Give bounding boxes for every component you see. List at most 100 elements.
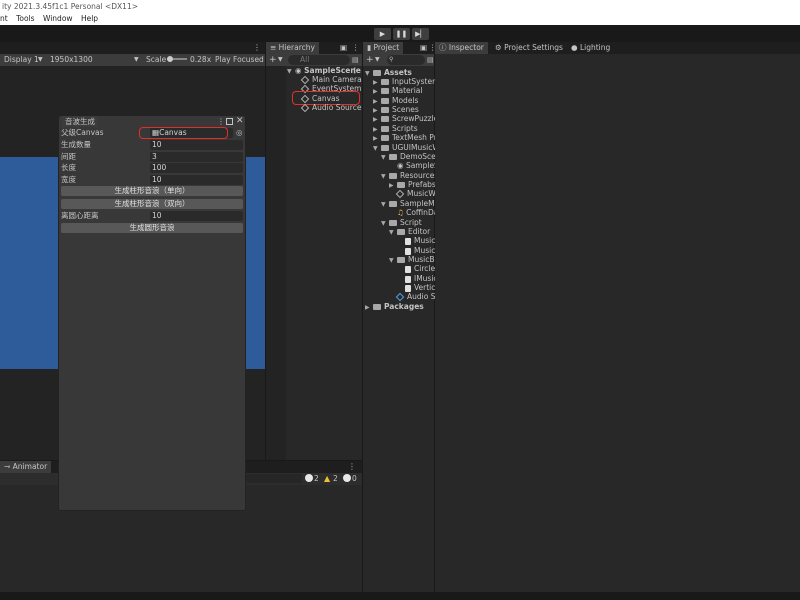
error-icon[interactable] (343, 474, 351, 482)
expand-arrow-icon[interactable]: ▶ (373, 87, 381, 96)
project-item-coffinda[interactable]: ♫ CoffinDa (397, 208, 438, 217)
tab-animator[interactable]: ⊸ Animator (0, 461, 52, 473)
project-item-musicba[interactable]: ▼ MusicBa (389, 255, 439, 264)
length-field[interactable]: 100 (150, 163, 243, 173)
count-field[interactable]: 10 (150, 140, 243, 150)
width-field[interactable]: 10 (150, 175, 243, 185)
maximize-icon[interactable] (226, 118, 233, 125)
lock-icon[interactable]: ▣ (420, 42, 427, 54)
hierarchy-gutter (266, 66, 286, 460)
project-item-uguimusicw[interactable]: ▼ UGUIMusicW (373, 143, 440, 152)
prefab-icon (395, 292, 405, 302)
project-item-music-1[interactable]: Music (405, 236, 435, 245)
project-item-material[interactable]: ▶ Material (373, 86, 422, 95)
tab-inspector[interactable]: ⓘ Inspector (435, 42, 488, 54)
search-options-icon[interactable]: ▤ (427, 54, 434, 66)
expand-arrow-icon[interactable]: ▼ (365, 69, 373, 78)
project-item-samplemu[interactable]: ▼ SampleMu (381, 199, 439, 208)
more-options-icon[interactable]: ⋮ (348, 461, 356, 473)
project-item-prefabs[interactable]: ▶ Prefabs (389, 180, 436, 189)
project-item-circle[interactable]: Circle (405, 264, 435, 273)
width-label: 宽度 (61, 175, 76, 184)
project-item-music-2[interactable]: Music (405, 246, 435, 255)
gap-field[interactable]: 3 (150, 152, 243, 162)
project-item-resources[interactable]: ▼ Resources (381, 171, 438, 180)
expand-arrow-icon[interactable]: ▼ (389, 256, 397, 265)
project-item-assets[interactable]: ▼ Assets (365, 68, 412, 77)
generate-single-button[interactable]: 生成柱形音浪（单向） (61, 186, 243, 196)
close-icon[interactable]: ✕ (236, 116, 244, 127)
more-options-icon[interactable]: ⋮ (217, 116, 225, 127)
wave-generator-titlebar[interactable]: 音波生成 ⋮ ✕ (59, 116, 245, 127)
project-item-imusic[interactable]: IMusic (405, 274, 438, 283)
menu-item-help[interactable]: Help (81, 13, 98, 25)
expand-arrow-icon[interactable]: ▼ (381, 200, 389, 209)
add-icon[interactable]: + (366, 54, 374, 66)
project-item-textmeshpro[interactable]: ▶ TextMesh Pro (373, 133, 441, 142)
play-focused-dropdown[interactable]: Play Focused (215, 54, 264, 66)
menu-item-window[interactable]: Window (43, 13, 73, 25)
generate-double-button[interactable]: 生成柱形音浪（双向） (61, 199, 243, 209)
chevron-down-icon[interactable]: ▼ (375, 54, 380, 66)
more-options-icon[interactable]: ⋮ (352, 42, 360, 54)
play-button[interactable]: ▶ (374, 28, 391, 40)
project-item-label: TextMesh Pro (392, 133, 442, 142)
hierarchy-search-input[interactable]: All (288, 55, 350, 65)
project-item-script[interactable]: ▼ Script (381, 218, 422, 227)
hierarchy-item-audio-source[interactable]: Audio Source (300, 103, 361, 113)
radius-field[interactable]: 10 (150, 211, 243, 221)
resolution-dropdown[interactable]: 1950x1300 (50, 54, 93, 66)
menu-item-tools[interactable]: Tools (16, 13, 34, 25)
project-item-audio-sc[interactable]: Audio Sc (395, 292, 440, 302)
project-item-screwpuzzle[interactable]: ▶ ScrewPuzzle (373, 114, 438, 123)
expand-arrow-icon[interactable]: ▶ (373, 134, 381, 143)
add-icon[interactable]: + (269, 54, 277, 66)
expand-arrow-icon[interactable]: ▼ (381, 153, 389, 162)
display-dropdown[interactable]: Display 1 (4, 54, 39, 66)
project-item-editor[interactable]: ▼ Editor (389, 227, 430, 236)
project-item-models[interactable]: ▶ Models (373, 96, 418, 105)
project-item-packages[interactable]: ▶ Packages (365, 302, 424, 311)
expand-arrow-icon[interactable]: ▶ (389, 181, 397, 190)
project-item-vertic[interactable]: Vertic (405, 283, 435, 292)
search-options-icon[interactable]: ▤ (352, 54, 359, 66)
scale-slider-handle[interactable] (167, 56, 173, 62)
width-row: 宽度 10 (61, 175, 245, 185)
folder-icon (389, 201, 397, 207)
generate-circle-button[interactable]: 生成圆形音浪 (61, 223, 243, 233)
project-item-label: CoffinDa (406, 208, 439, 217)
object-picker-icon[interactable]: ◎ (236, 128, 243, 138)
expand-arrow-icon[interactable]: ▶ (373, 115, 381, 124)
step-button[interactable]: ▶▏ (412, 28, 429, 40)
project-item-musicw[interactable]: MusicW (395, 189, 436, 199)
project-item-samples[interactable]: ◉ SampleS (397, 161, 439, 170)
folder-icon (381, 79, 389, 85)
hierarchy-item-main-camera[interactable]: Main Camera (300, 75, 362, 85)
pause-button[interactable]: ❚❚ (393, 28, 410, 40)
expand-arrow-icon[interactable]: ▼ (381, 172, 389, 181)
project-search-input[interactable]: ⚲ (387, 55, 425, 65)
more-options-icon[interactable]: ⋮ (253, 42, 261, 54)
lock-icon[interactable]: ▣ (340, 42, 347, 54)
info-icon[interactable] (305, 474, 313, 482)
expand-arrow-icon[interactable]: ▼ (287, 67, 295, 76)
project-item-scripts[interactable]: ▶ Scripts (373, 124, 418, 133)
expand-arrow-icon[interactable]: ▼ (373, 144, 381, 153)
tab-hierarchy[interactable]: ≡ Hierarchy (266, 42, 319, 54)
expand-arrow-icon[interactable]: ▼ (381, 219, 389, 228)
tab-project[interactable]: ▮ Project (363, 42, 404, 54)
project-item-scenes[interactable]: ▶ Scenes (373, 105, 419, 114)
project-item-label: Scripts (392, 124, 418, 133)
expand-arrow-icon[interactable]: ▼ (389, 228, 397, 237)
tab-lighting[interactable]: ● Lighting (567, 42, 614, 54)
warning-icon[interactable]: ▲ (324, 474, 330, 484)
menu-item-edit[interactable]: nt (0, 13, 8, 25)
more-options-icon[interactable]: ⋮ (351, 66, 359, 75)
expand-arrow-icon[interactable]: ▶ (365, 303, 373, 312)
scene-item[interactable]: ▼ ◉ SampleScene ⋮ (287, 66, 361, 75)
chevron-down-icon[interactable]: ▼ (278, 54, 283, 66)
project-item-inputsystem[interactable]: ▶ InputSystem (373, 77, 439, 86)
console-search-input[interactable] (246, 474, 302, 483)
project-item-demoscen[interactable]: ▼ DemoScen (381, 152, 441, 161)
tab-project-settings[interactable]: ⚙ Project Settings (491, 42, 567, 54)
